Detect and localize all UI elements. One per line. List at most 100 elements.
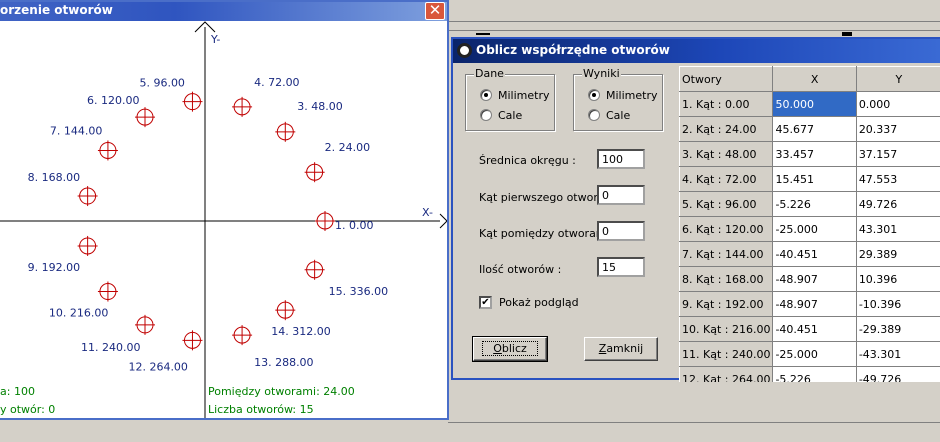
dane-inch-option[interactable]: Cale — [480, 108, 522, 122]
x-value-cell[interactable]: -5.226 — [772, 191, 857, 217]
x-value-cell[interactable]: -25.000 — [772, 341, 857, 367]
preview-title-bar[interactable]: orzenie otworów ✕ — [0, 2, 447, 21]
background-divider — [448, 30, 940, 31]
angle-between-input[interactable] — [597, 221, 645, 241]
row-header-cell[interactable]: 5. Kąt : 96.00 — [679, 191, 774, 217]
x-value-cell[interactable]: 50.000 — [772, 91, 857, 117]
dane-legend: Dane — [474, 67, 505, 80]
wyniki-legend: Wyniki — [582, 67, 621, 80]
y-value-cell[interactable]: 29.389 — [855, 241, 940, 267]
hole-marker: 7. 144.00 — [50, 124, 118, 161]
y-value-cell[interactable]: 37.157 — [855, 141, 940, 167]
hole-label: 5. 96.00 — [139, 77, 184, 90]
y-value-cell[interactable]: -49.726 — [855, 366, 940, 382]
row-header-cell[interactable]: 8. Kąt : 168.00 — [679, 266, 774, 292]
dialog-title: Oblicz współrzędne otworów — [476, 43, 670, 57]
hole-label: 13. 288.00 — [254, 356, 313, 369]
hole-marker: 1. 0.00 — [315, 211, 373, 232]
row-header-cell[interactable]: 9. Kąt : 192.00 — [679, 291, 774, 317]
y-value-cell[interactable]: 0.000 — [855, 91, 940, 117]
hole-marker: 3. 48.00 — [275, 100, 343, 142]
table-row: 3. Kąt : 48.00 33.457 37.157 — [679, 141, 940, 167]
header-otwory[interactable]: Otwory — [679, 66, 774, 92]
x-value-cell[interactable]: -40.451 — [772, 241, 857, 267]
hole-pattern-drawing: Y- X- 1. 0.00 2. 24.00 3. 48.00 4. 72.00 5. … — [0, 21, 447, 418]
preview-canvas: Y- X- 1. 0.00 2. 24.00 3. 48.00 4. 72.00 5. … — [0, 21, 447, 418]
radio-wyniki-mm[interactable] — [588, 89, 600, 101]
hole-label: 11. 240.00 — [81, 341, 140, 354]
x-value-cell[interactable]: -40.451 — [772, 316, 857, 342]
x-value-cell[interactable]: 45.677 — [772, 116, 857, 142]
calculate-button[interactable]: Oblicz — [472, 336, 548, 362]
x-value-cell[interactable]: -48.907 — [772, 266, 857, 292]
y-value-cell[interactable]: 10.396 — [855, 266, 940, 292]
diameter-label: Średnica okręgu : — [479, 154, 576, 167]
status-hole-count: Liczba otworów: 15 — [208, 403, 314, 416]
hole-label: 8. 168.00 — [28, 171, 80, 184]
x-value-cell[interactable]: -5.226 — [772, 366, 857, 382]
hole-label: 14. 312.00 — [271, 325, 330, 338]
table-row: 5. Kąt : 96.00 -5.226 49.726 — [679, 191, 940, 217]
y-axis-label: Y- — [210, 33, 220, 46]
close-icon[interactable]: ✕ — [425, 2, 445, 20]
diameter-input[interactable] — [597, 149, 645, 169]
row-header-cell[interactable]: 12. Kąt : 264.00 — [679, 366, 774, 382]
header-y[interactable]: Y — [855, 66, 940, 92]
hole-marker: 5. 96.00 — [139, 77, 203, 112]
table-row: 7. Kąt : 144.00 -40.451 29.389 — [679, 241, 940, 267]
row-header-cell[interactable]: 1. Kąt : 0.00 — [679, 91, 774, 117]
row-header-cell[interactable]: 6. Kąt : 120.00 — [679, 216, 774, 242]
wyniki-mm-option[interactable]: Milimetry — [588, 88, 658, 102]
y-value-cell[interactable]: 43.301 — [855, 216, 940, 242]
hole-marker: 4. 72.00 — [232, 76, 300, 117]
x-value-cell[interactable]: 15.451 — [772, 166, 857, 192]
y-value-cell[interactable]: -29.389 — [855, 316, 940, 342]
row-header-cell[interactable]: 7. Kąt : 144.00 — [679, 241, 774, 267]
x-value-cell[interactable]: -25.000 — [772, 216, 857, 242]
close-button[interactable]: Zamknij — [584, 337, 658, 361]
show-preview-option[interactable]: ✔ Pokaż podgląd — [479, 296, 579, 309]
wyniki-inch-option[interactable]: Cale — [588, 108, 630, 122]
dane-group: Dane Milimetry Cale — [465, 67, 555, 131]
hole-label: 7. 144.00 — [50, 124, 102, 137]
hole-count-input[interactable] — [597, 257, 645, 277]
show-preview-checkbox[interactable]: ✔ — [479, 296, 492, 309]
dialog-title-bar[interactable]: Oblicz współrzędne otworów — [453, 39, 940, 63]
app-icon — [457, 43, 472, 58]
x-value-cell[interactable]: -48.907 — [772, 291, 857, 317]
hole-label: 4. 72.00 — [254, 76, 299, 89]
grid-header-row: Otwory X Y — [679, 66, 940, 92]
radio-label: Milimetry — [606, 88, 658, 102]
status-diameter: a: 100 — [0, 385, 35, 398]
hole-count-label: Ilość otworów : — [479, 263, 562, 276]
close-label: amknij — [606, 342, 644, 355]
y-value-cell[interactable]: -43.301 — [855, 341, 940, 367]
header-x[interactable]: X — [772, 66, 857, 92]
hole-label: 2. 24.00 — [325, 141, 370, 154]
row-header-cell[interactable]: 11. Kąt : 240.00 — [679, 341, 774, 367]
row-header-cell[interactable]: 10. Kąt : 216.00 — [679, 316, 774, 342]
row-header-cell[interactable]: 2. Kąt : 24.00 — [679, 116, 774, 142]
table-row: 10. Kąt : 216.00 -40.451 -29.389 — [679, 316, 940, 342]
hole-label: 3. 48.00 — [297, 100, 342, 113]
coordinates-grid[interactable]: Otwory X Y 1. Kąt : 0.00 50.000 0.000 2. Ką… — [679, 66, 940, 382]
calculate-label: blicz — [501, 342, 527, 355]
radio-dane-inch[interactable] — [480, 109, 492, 121]
preview-title: orzenie otworów — [0, 3, 113, 17]
y-value-cell[interactable]: 47.553 — [855, 166, 940, 192]
y-value-cell[interactable]: 49.726 — [855, 191, 940, 217]
hole-marker: 11. 240.00 — [81, 314, 155, 354]
y-value-cell[interactable]: -10.396 — [855, 291, 940, 317]
wyniki-group: Wyniki Milimetry Cale — [573, 67, 663, 131]
table-row: 4. Kąt : 72.00 15.451 47.553 — [679, 166, 940, 192]
radio-wyniki-inch[interactable] — [588, 109, 600, 121]
row-header-cell[interactable]: 4. Kąt : 72.00 — [679, 166, 774, 192]
x-value-cell[interactable]: 33.457 — [772, 141, 857, 167]
y-value-cell[interactable]: 20.337 — [855, 116, 940, 142]
hole-marker: 8. 168.00 — [28, 171, 98, 207]
dane-mm-option[interactable]: Milimetry — [480, 88, 550, 102]
radio-dane-mm[interactable] — [480, 89, 492, 101]
first-angle-input[interactable] — [597, 185, 645, 205]
row-header-cell[interactable]: 3. Kąt : 48.00 — [679, 141, 774, 167]
hole-marker: 14. 312.00 — [271, 300, 331, 338]
